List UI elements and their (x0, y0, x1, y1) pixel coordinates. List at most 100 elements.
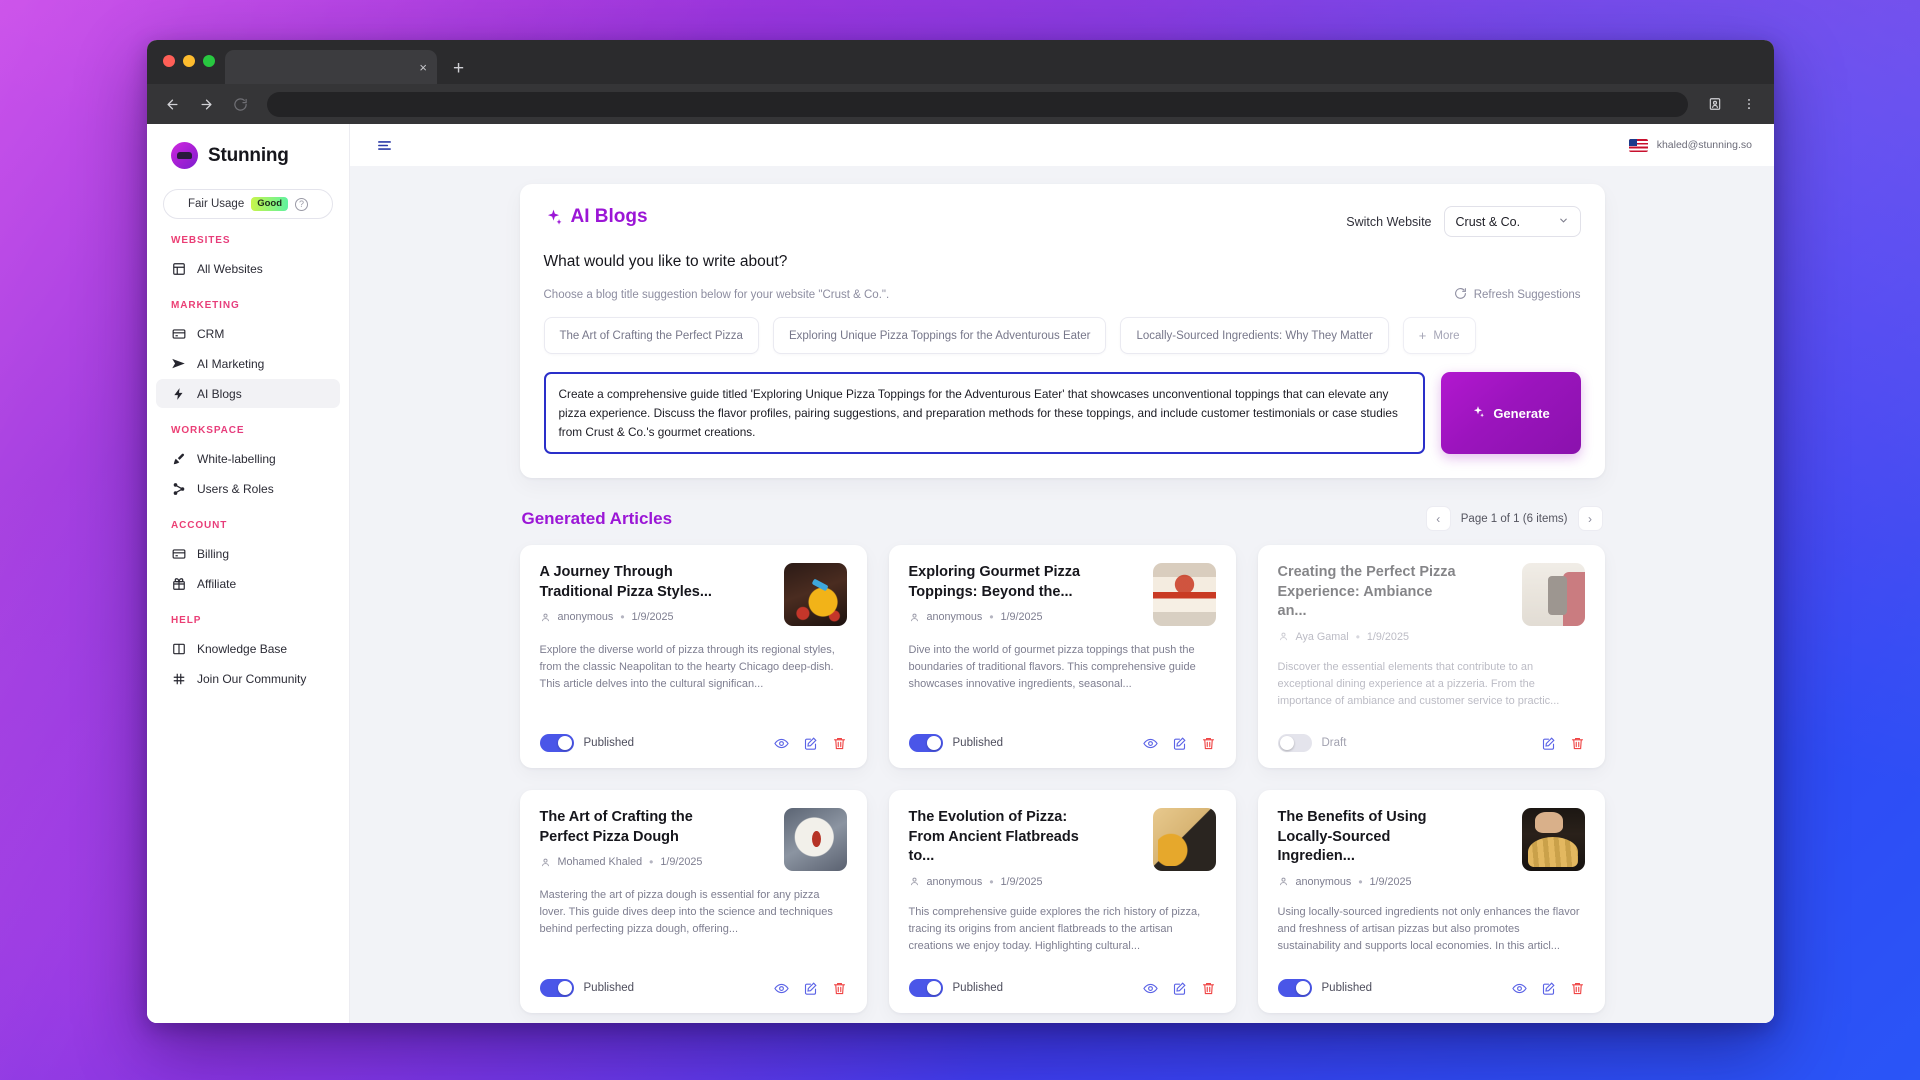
publish-toggle[interactable] (908, 734, 943, 752)
minimize-window-button[interactable] (183, 55, 195, 67)
sidebar-item-label: Users & Roles (197, 481, 274, 496)
browser-tab[interactable]: × (225, 50, 437, 84)
address-bar[interactable] (267, 91, 1688, 117)
edit-icon[interactable] (1541, 736, 1556, 751)
person-icon (1278, 876, 1289, 887)
article-date: 1/9/2025 (1000, 611, 1043, 624)
delete-icon[interactable] (1570, 736, 1585, 751)
sidebar-item-label: AI Blogs (197, 386, 242, 401)
publish-toggle-group[interactable]: Published (539, 979, 634, 997)
publish-toggle[interactable] (539, 734, 574, 752)
preview-icon[interactable] (773, 736, 789, 751)
fair-usage-status-badge: Good (251, 197, 289, 211)
publish-toggle[interactable] (539, 979, 574, 997)
publish-toggle[interactable] (908, 979, 943, 997)
preview-icon[interactable] (1142, 736, 1158, 751)
article-card[interactable]: Exploring Gourmet Pizza Toppings: Beyond… (888, 545, 1236, 768)
help-circle-icon[interactable]: ? (295, 197, 309, 211)
publish-toggle-group[interactable]: Published (908, 979, 1003, 997)
publish-toggle-group[interactable]: Published (539, 734, 634, 752)
more-suggestions-button[interactable]: + More (1402, 317, 1476, 354)
generate-button[interactable]: Generate (1440, 372, 1581, 454)
main-area: khaled@stunning.so AI Blogs Switch Websi… (350, 124, 1774, 1023)
sidebar-item-white-labelling[interactable]: White-labelling (156, 444, 340, 473)
pagination-text: Page 1 of 1 (6 items) (1460, 512, 1568, 525)
close-tab-icon[interactable]: × (419, 61, 427, 74)
maximize-window-button[interactable] (203, 55, 215, 67)
meta-separator: • (1358, 874, 1363, 889)
prompt-input[interactable] (543, 372, 1425, 454)
article-card[interactable]: The Benefits of Using Locally-Sourced In… (1257, 790, 1605, 1013)
edit-icon[interactable] (1172, 981, 1187, 996)
brand[interactable]: Stunning (147, 124, 349, 183)
sidebar-item-billing[interactable]: Billing (156, 539, 340, 568)
article-card[interactable]: The Art of Crafting the Perfect Pizza Do… (519, 790, 867, 1013)
window-controls[interactable] (163, 55, 215, 67)
sidebar-item-join-community[interactable]: Join Our Community (156, 664, 340, 693)
preview-icon[interactable] (1511, 981, 1527, 996)
sidebar-item-affiliate[interactable]: Affiliate (156, 569, 340, 598)
edit-icon[interactable] (1172, 736, 1187, 751)
person-icon (540, 612, 551, 623)
prev-page-button[interactable]: ‹ (1425, 506, 1451, 531)
article-meta: anonymous • 1/9/2025 (1278, 876, 1460, 888)
write-about-question: What would you like to write about? (543, 253, 788, 270)
suggestion-chip[interactable]: The Art of Crafting the Perfect Pizza (543, 317, 759, 354)
publish-toggle[interactable] (1277, 734, 1312, 752)
sidebar-item-knowledge-base[interactable]: Knowledge Base (156, 634, 340, 663)
close-window-button[interactable] (163, 55, 175, 67)
article-title: Exploring Gourmet Pizza Toppings: Beyond… (908, 564, 1081, 600)
article-card[interactable]: The Evolution of Pizza: From Ancient Fla… (888, 790, 1236, 1013)
back-icon[interactable] (161, 93, 183, 115)
sidebar-item-users-roles[interactable]: Users & Roles (156, 474, 340, 503)
menu-toggle-icon[interactable] (376, 137, 393, 154)
suggestion-chip-list: The Art of Crafting the Perfect Pizza Ex… (543, 317, 1581, 354)
delete-icon[interactable] (832, 981, 847, 996)
sparkles-icon (1471, 405, 1485, 422)
us-flag-icon[interactable] (1628, 138, 1648, 152)
browser-menu-icon[interactable] (1738, 93, 1760, 115)
suggestion-chip[interactable]: Exploring Unique Pizza Toppings for the … (772, 317, 1107, 354)
edit-icon[interactable] (803, 981, 818, 996)
article-thumbnail (1152, 808, 1216, 871)
more-label: More (1433, 329, 1460, 342)
fair-usage-pill[interactable]: Fair Usage Good ? (163, 189, 333, 219)
publish-toggle-group[interactable]: Published (1277, 979, 1372, 997)
article-meta: anonymous • 1/9/2025 (909, 876, 1091, 888)
sidebar-item-ai-marketing[interactable]: AI Marketing (156, 349, 340, 378)
website-select[interactable]: Crust & Co. (1443, 206, 1581, 237)
refresh-suggestions-button[interactable]: Refresh Suggestions (1454, 287, 1581, 303)
publish-toggle[interactable] (1277, 979, 1312, 997)
profile-icon[interactable] (1704, 93, 1726, 115)
article-title: A Journey Through Traditional Pizza Styl… (539, 564, 712, 600)
new-tab-button[interactable]: + (453, 59, 464, 78)
chevron-down-icon (1558, 215, 1569, 229)
generated-articles-header: Generated Articles ‹ Page 1 of 1 (6 item… (520, 506, 1605, 531)
delete-icon[interactable] (1201, 981, 1216, 996)
article-card[interactable]: Creating the Perfect Pizza Experience: A… (1257, 545, 1605, 768)
delete-icon[interactable] (1570, 981, 1585, 996)
next-page-button[interactable]: › (1577, 506, 1603, 531)
user-email[interactable]: khaled@stunning.so (1657, 139, 1752, 151)
article-card[interactable]: A Journey Through Traditional Pizza Styl… (519, 545, 867, 768)
reload-icon[interactable] (229, 93, 251, 115)
publish-toggle-group[interactable]: Draft (1277, 734, 1346, 752)
edit-icon[interactable] (803, 736, 818, 751)
delete-icon[interactable] (832, 736, 847, 751)
publish-toggle-group[interactable]: Published (908, 734, 1003, 752)
forward-icon[interactable] (195, 93, 217, 115)
article-excerpt: Mastering the art of pizza dough is esse… (539, 889, 833, 936)
sidebar-item-all-websites[interactable]: All Websites (156, 254, 340, 283)
article-actions (1142, 981, 1216, 996)
card-icon (171, 546, 186, 561)
edit-icon[interactable] (1541, 981, 1556, 996)
article-thumbnail (1521, 563, 1585, 626)
page-title: AI Blogs (570, 206, 648, 227)
delete-icon[interactable] (1201, 736, 1216, 751)
sidebar-item-ai-blogs[interactable]: AI Blogs (156, 379, 340, 408)
preview-icon[interactable] (773, 981, 789, 996)
suggestion-chip[interactable]: Locally-Sourced Ingredients: Why They Ma… (1120, 317, 1389, 354)
sidebar-item-label: Knowledge Base (197, 641, 288, 656)
preview-icon[interactable] (1142, 981, 1158, 996)
sidebar-item-crm[interactable]: CRM (156, 319, 340, 348)
